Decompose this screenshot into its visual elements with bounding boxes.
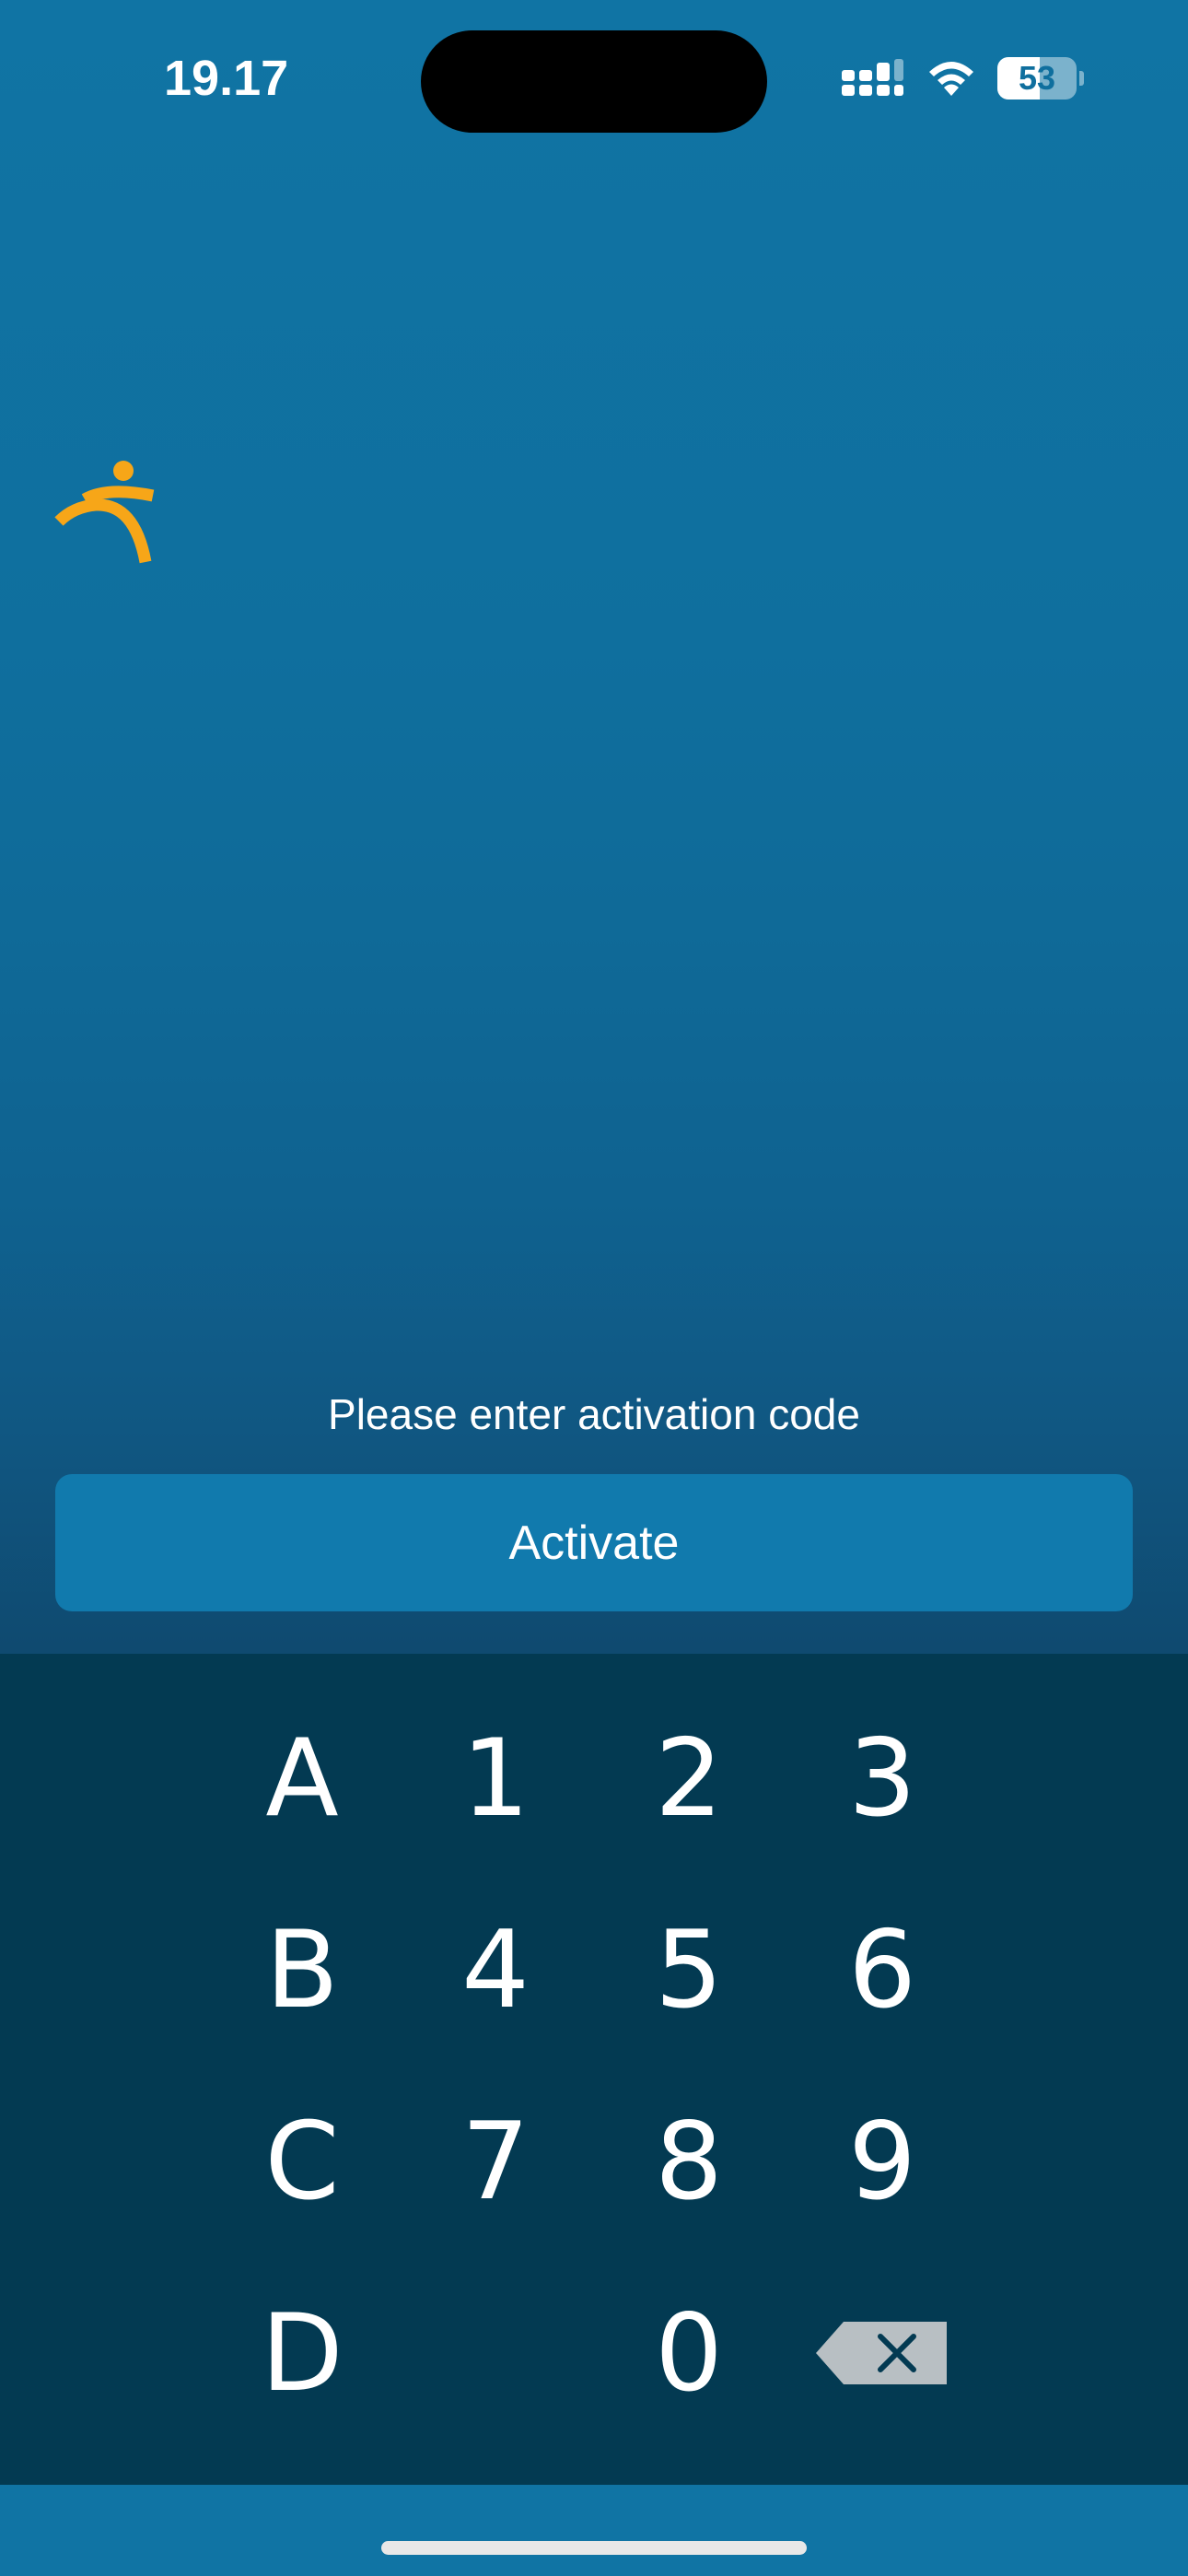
key-2[interactable]: 2 <box>597 1686 781 1870</box>
key-b[interactable]: B <box>210 1878 394 2062</box>
status-time: 19.17 <box>164 51 289 106</box>
activate-button[interactable]: Activate <box>55 1474 1133 1611</box>
activation-screen: 19.17 53 Please enter activation code Ac… <box>0 0 1188 2576</box>
battery-level: 53 <box>1018 59 1056 97</box>
key-8[interactable]: 8 <box>597 2069 781 2254</box>
backspace-icon <box>816 2322 947 2384</box>
key-d[interactable]: D <box>210 2261 394 2445</box>
key-5[interactable]: 5 <box>597 1878 781 2062</box>
key-6[interactable]: 6 <box>790 1878 974 2062</box>
key-c[interactable]: C <box>210 2069 394 2254</box>
key-3[interactable]: 3 <box>790 1686 974 1870</box>
key-0[interactable]: 0 <box>597 2261 781 2445</box>
key-7[interactable]: 7 <box>403 2069 588 2254</box>
bottom-bar <box>0 2485 1188 2576</box>
key-9[interactable]: 9 <box>790 2069 974 2254</box>
key-4[interactable]: 4 <box>403 1878 588 2062</box>
key-1[interactable]: 1 <box>403 1686 588 1870</box>
home-indicator[interactable] <box>381 2541 807 2555</box>
backspace-button[interactable] <box>790 2261 974 2445</box>
key-a[interactable]: A <box>210 1686 394 1870</box>
keypad: A 1 2 3 B 4 5 6 C 7 8 9 D 0 <box>0 1654 1188 2485</box>
dynamic-island <box>421 30 767 133</box>
activation-prompt: Please enter activation code <box>328 1390 860 1438</box>
wifi-icon <box>929 62 973 96</box>
battery-icon: 53 <box>997 57 1084 100</box>
signal-icon <box>842 59 903 96</box>
figure-logo-icon <box>54 461 155 564</box>
